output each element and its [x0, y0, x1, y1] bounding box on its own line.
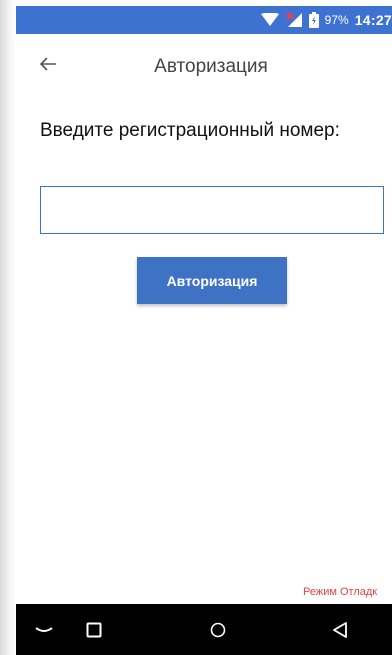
status-icons: 97% 14:27: [260, 6, 392, 34]
clock: 14:27: [354, 12, 392, 28]
nav-back-button[interactable]: [320, 604, 360, 655]
status-bar: 97% 14:27: [16, 6, 392, 34]
keyboard-hide-button[interactable]: [24, 604, 64, 655]
phone-screen: 97% 14:27 Авторизация Введите регистраци…: [0, 0, 392, 655]
back-icon: [332, 621, 348, 639]
navigation-bar: [16, 604, 392, 655]
app-bar: Авторизация: [16, 34, 392, 100]
battery-percent: 97%: [324, 13, 349, 27]
battery-icon: [308, 12, 319, 28]
signal-icon: [285, 12, 303, 28]
home-icon: [210, 622, 226, 638]
registration-prompt: Введите регистрационный номер:: [40, 120, 340, 141]
recent-apps-icon: [86, 622, 102, 638]
frame-shadow: [0, 0, 16, 655]
recent-apps-button[interactable]: [74, 604, 114, 655]
registration-number-input[interactable]: [40, 186, 384, 234]
authorize-button[interactable]: Авторизация: [137, 257, 287, 304]
home-button[interactable]: [198, 604, 238, 655]
page-title: Авторизация: [154, 56, 268, 77]
debug-mode-label: Режим Отладк: [303, 586, 378, 598]
keyboard-hide-icon: [34, 624, 54, 636]
wifi-icon: [260, 13, 279, 27]
